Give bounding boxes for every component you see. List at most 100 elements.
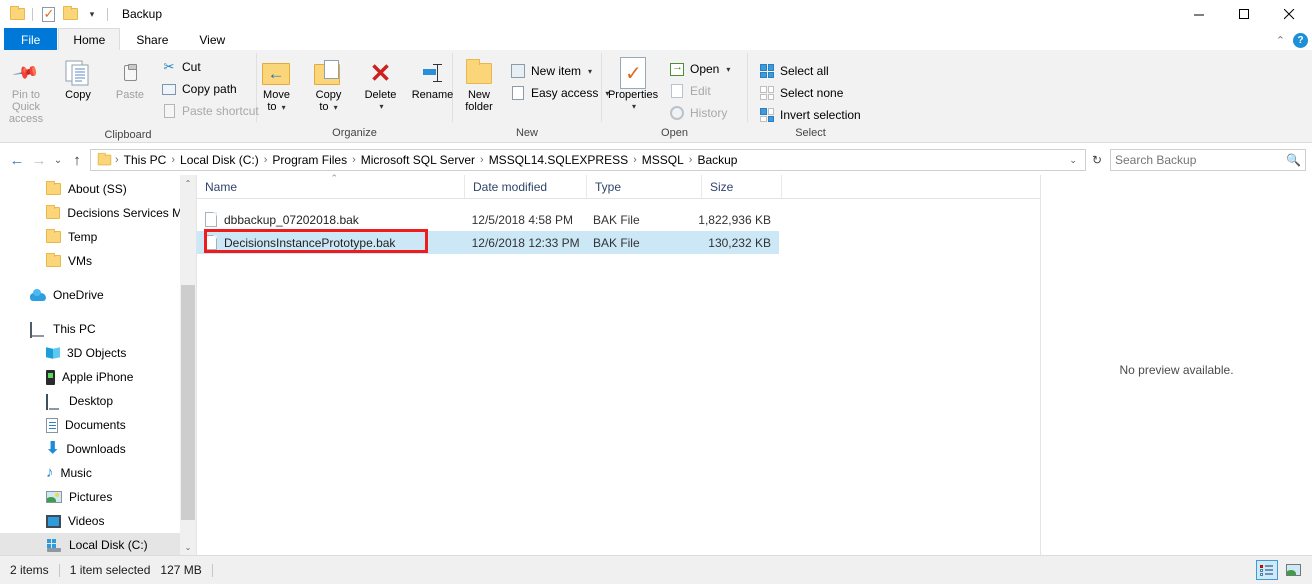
scrollbar-thumb[interactable] [181,285,195,520]
sidebar-item-documents[interactable]: Documents [0,413,196,437]
sidebar-item-decisions-services-mana[interactable]: Decisions Services Mana [0,201,196,225]
sidebar-item-music[interactable]: ♪ Music [0,461,196,485]
open-caret-icon[interactable]: ▾ [726,65,730,74]
table-row[interactable]: dbbackup_07202018.bak 12/5/2018 4:58 PM … [197,208,779,231]
maximize-button[interactable] [1222,0,1267,28]
recent-locations-icon[interactable]: ⌄ [50,149,66,171]
sidebar-item-about-ss[interactable]: About (SS) [0,177,196,201]
refresh-icon[interactable]: ↻ [1088,153,1106,167]
sidebar-item-local-disk-c[interactable]: Local Disk (C:) [0,533,196,555]
file-icon [205,235,217,250]
copy-path-icon [161,81,177,97]
file-date-cell: 12/6/2018 12:33 PM [471,235,580,250]
easy-access-icon [510,85,526,101]
new-item-button[interactable]: New item ▾ [505,60,614,82]
sidebar-item-vms[interactable]: VMs [0,249,196,273]
scroll-down-icon[interactable]: ⌄ [180,539,196,555]
details-view-button[interactable] [1256,560,1278,580]
new-item-label: New item [531,64,582,78]
open-label: Open [690,62,720,76]
copy-button[interactable]: Copy [52,54,104,104]
file-name-cell[interactable]: dbbackup_07202018.bak [197,212,464,227]
sidebar-item-3d-objects[interactable]: 3D Objects [0,341,196,365]
column-header-type[interactable]: Type [587,175,702,198]
delete-label: Delete [364,89,397,101]
breadcrumb-item-this-pc[interactable]: This PC [120,150,171,170]
sidebar-item-this-pc[interactable]: This PC [0,317,196,341]
search-input[interactable] [1115,153,1287,167]
customize-qat-caret-icon[interactable]: ▾ [81,3,103,25]
search-box[interactable]: 🔍 [1110,149,1306,171]
cut-button[interactable]: ✂ Cut [156,56,264,78]
select-all-button[interactable]: Select all [754,60,866,82]
view-buttons [1256,560,1304,580]
paste-shortcut-button[interactable]: Paste shortcut [156,100,264,122]
history-button[interactable]: History [664,102,735,124]
tab-file[interactable]: File [4,28,58,50]
sidebar-item-onedrive[interactable]: OneDrive [0,283,196,307]
paste-shortcut-label: Paste shortcut [182,104,259,118]
folder-icon[interactable] [6,3,28,25]
rename-button[interactable]: Rename [407,54,459,104]
delete-button[interactable]: ✕ Delete ▾ [355,54,407,116]
paste-button[interactable]: Paste [104,54,156,104]
address-dropdown-icon[interactable]: ⌄ [1063,155,1083,166]
scroll-up-icon[interactable]: ⌃ [180,175,196,191]
forward-button[interactable]: → [28,149,50,171]
properties-caret-icon[interactable]: ▾ [632,101,636,113]
minimize-button[interactable] [1177,0,1222,28]
open-button[interactable]: Open ▾ [664,58,735,80]
sidebar-item-temp[interactable]: Temp [0,225,196,249]
sidebar-item-pictures[interactable]: Pictures [0,485,196,509]
address-input[interactable]: › This PC › Local Disk (C:) › Program Fi… [90,149,1086,171]
properties-icon[interactable]: ✓ [37,3,59,25]
back-button[interactable]: ← [6,149,28,171]
tab-home[interactable]: Home [58,28,121,50]
scissors-icon: ✂ [163,59,175,74]
copy-path-button[interactable]: Copy path [156,78,264,100]
thumbnail-view-button[interactable] [1282,560,1304,580]
copy-to-button[interactable]: Copy to ▾ [303,54,355,117]
tab-share[interactable]: Share [121,28,184,50]
sidebar-item-apple-iphone[interactable]: Apple iPhone [0,365,196,389]
folder-icon [46,253,61,267]
new-folder-button[interactable]: New folder [453,54,505,116]
move-to-button[interactable]: ← Move to ▾ [251,54,303,117]
up-button[interactable]: ↑ [66,149,88,171]
help-icon[interactable]: ? [1293,33,1308,48]
breadcrumb-item-backup[interactable]: Backup [693,150,741,170]
pin-to-quick-access-button[interactable]: 📌 Pin to Quick access [0,54,52,128]
sidebar-scrollbar[interactable]: ⌃ ⌄ [180,175,196,555]
sidebar-item-label: About (SS) [68,182,127,196]
search-icon[interactable]: 🔍 [1286,153,1301,167]
table-row[interactable]: DecisionsInstancePrototype.bak 12/6/2018… [197,231,779,254]
column-header-name[interactable]: ⌃ Name [197,173,465,198]
breadcrumb-item-mssql14[interactable]: MSSQL14.SQLEXPRESS [485,150,632,170]
paste-shortcut-icon [161,103,177,119]
sidebar-item-downloads[interactable]: ⬇ Downloads [0,437,196,461]
tab-view[interactable]: View [184,28,241,50]
column-header-date-modified[interactable]: Date modified [465,175,587,198]
breadcrumb-item-microsoft-sql-server[interactable]: Microsoft SQL Server [357,150,479,170]
properties-button[interactable]: ✓ Properties ▾ [602,54,664,116]
preview-message: No preview available. [1119,363,1234,377]
new-folder-icon[interactable] [59,3,81,25]
edit-button[interactable]: Edit [664,80,735,102]
sidebar-item-label: This PC [53,322,96,336]
breadcrumb-item-program-files[interactable]: Program Files [268,150,351,170]
move-to-label-line2: to ▾ [267,101,286,113]
sidebar-item-desktop[interactable]: Desktop [0,389,196,413]
easy-access-button[interactable]: Easy access ▾ [505,82,614,104]
invert-selection-button[interactable]: Invert selection [754,104,866,126]
file-name-cell[interactable]: DecisionsInstancePrototype.bak [197,235,464,250]
address-bar: ← → ⌄ ↑ › This PC › Local Disk (C:) › Pr… [0,145,1312,175]
breadcrumb-item-local-disk[interactable]: Local Disk (C:) [176,150,263,170]
delete-caret-icon[interactable]: ▾ [379,101,383,113]
sidebar-item-videos[interactable]: Videos [0,509,196,533]
collapse-ribbon-icon[interactable]: ⌃ [1276,34,1285,47]
breadcrumb-item-mssql[interactable]: MSSQL [638,150,688,170]
column-header-size[interactable]: Size [702,175,782,198]
close-button[interactable] [1267,0,1312,28]
new-item-caret-icon[interactable]: ▾ [588,67,592,76]
select-none-button[interactable]: Select none [754,82,866,104]
